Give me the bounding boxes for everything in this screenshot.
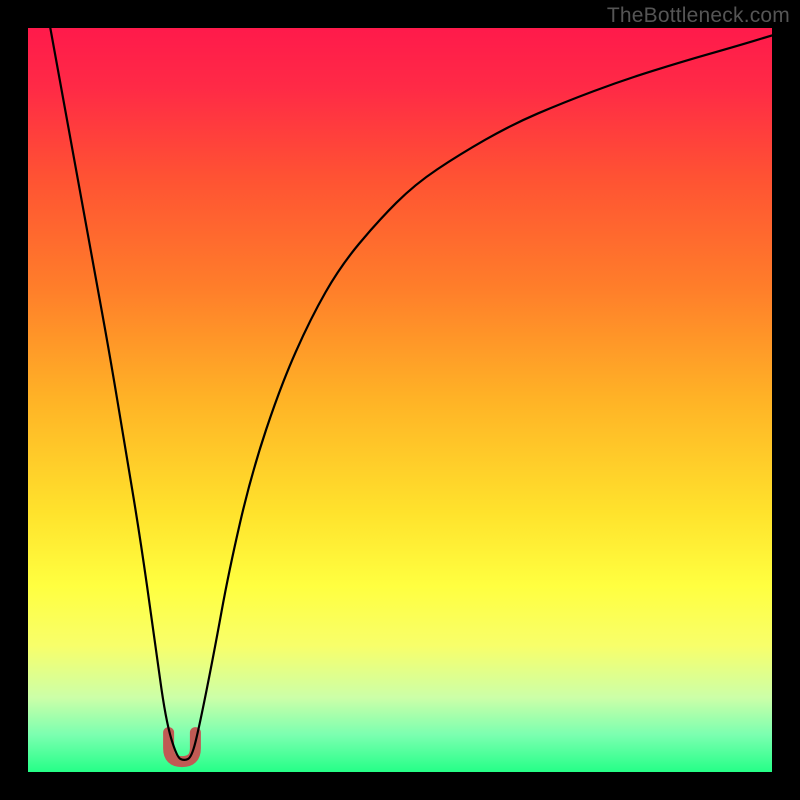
chart-canvas <box>28 28 772 772</box>
watermark-text: TheBottleneck.com <box>607 4 790 28</box>
plot-area <box>28 28 772 772</box>
gradient-background <box>28 28 772 772</box>
outer-frame: TheBottleneck.com <box>0 0 800 800</box>
